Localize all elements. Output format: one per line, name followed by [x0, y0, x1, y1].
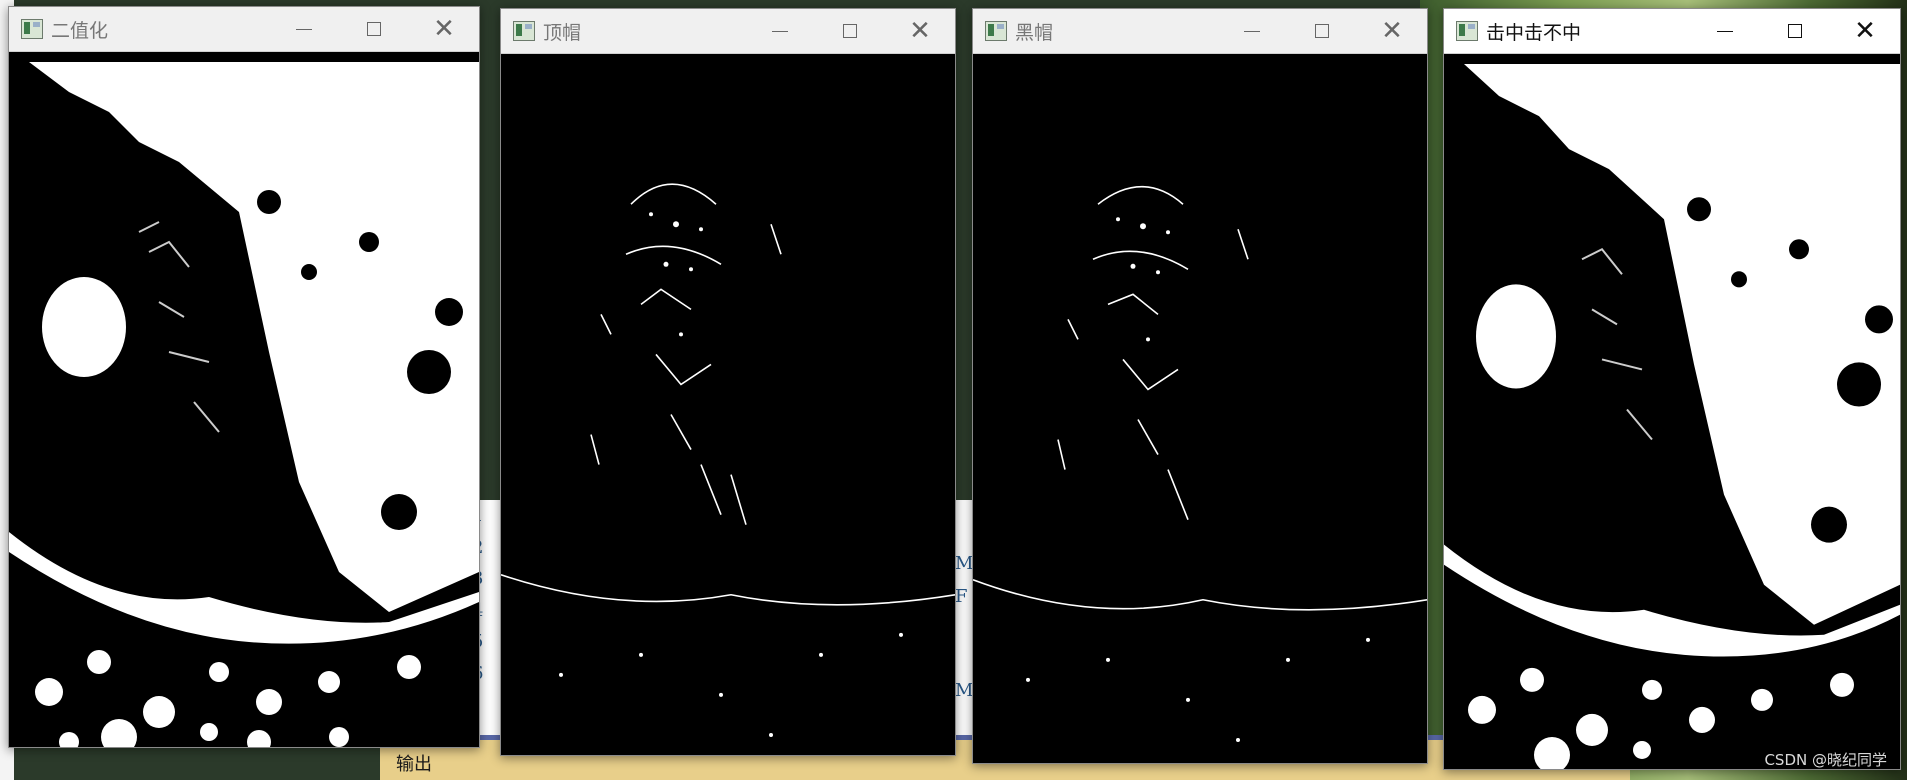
close-button[interactable]: ✕	[885, 9, 955, 53]
watermark: CSDN @晓纪同学	[1764, 751, 1887, 769]
close-icon: ✕	[433, 14, 455, 44]
close-button[interactable]: ✕	[1830, 9, 1900, 53]
window-title: 黑帽	[1015, 21, 1054, 44]
image-canvas	[1444, 54, 1900, 769]
minimize-button[interactable]	[1690, 9, 1760, 53]
window-binary[interactable]: 二值化 ✕	[8, 6, 480, 748]
titlebar[interactable]: 二值化 ✕	[9, 7, 479, 52]
tophat-owl-image	[501, 54, 955, 755]
minimize-icon	[1244, 30, 1260, 32]
maximize-icon	[367, 22, 381, 36]
edge-letter: M	[955, 553, 974, 574]
binary-owl-image	[9, 52, 479, 747]
maximize-icon	[1315, 24, 1329, 38]
edge-letter: F	[955, 586, 968, 607]
minimize-button[interactable]	[1217, 9, 1287, 53]
titlebar[interactable]: 顶帽 ✕	[501, 9, 955, 54]
maximize-button[interactable]	[1287, 9, 1357, 53]
output-tab-label[interactable]: 输出	[396, 750, 432, 776]
maximize-button[interactable]	[815, 9, 885, 53]
window-blackhat[interactable]: 黑帽 ✕	[972, 8, 1428, 764]
window-title: 顶帽	[543, 21, 582, 44]
maximize-button[interactable]	[339, 7, 409, 51]
window-tophat[interactable]: 顶帽 ✕	[500, 8, 956, 756]
window-title: 二值化	[51, 19, 109, 42]
close-icon: ✕	[1854, 16, 1876, 46]
close-button[interactable]: ✕	[1357, 9, 1427, 53]
close-icon: ✕	[909, 16, 931, 46]
maximize-icon	[843, 24, 857, 38]
image-canvas	[501, 54, 955, 755]
minimize-icon	[296, 28, 312, 30]
close-button[interactable]: ✕	[409, 7, 479, 51]
minimize-icon	[772, 30, 788, 32]
minimize-button[interactable]	[745, 9, 815, 53]
blackhat-owl-image	[973, 54, 1427, 763]
window-hitmiss[interactable]: 击中击不中 ✕	[1443, 8, 1901, 770]
close-icon: ✕	[1381, 16, 1403, 46]
edge-letter: M	[955, 680, 974, 701]
maximize-button[interactable]	[1760, 9, 1830, 53]
minimize-icon	[1717, 30, 1733, 32]
window-title: 击中击不中	[1486, 21, 1582, 44]
hitmiss-owl-image	[1444, 54, 1900, 769]
app-icon	[985, 21, 1007, 41]
minimize-button[interactable]	[269, 7, 339, 51]
app-icon	[513, 21, 535, 41]
image-canvas	[973, 54, 1427, 763]
titlebar[interactable]: 击中击不中 ✕	[1444, 9, 1900, 54]
app-icon	[1456, 21, 1478, 41]
app-icon	[21, 19, 43, 39]
titlebar[interactable]: 黑帽 ✕	[973, 9, 1427, 54]
maximize-icon	[1788, 24, 1802, 38]
image-canvas	[9, 52, 479, 747]
